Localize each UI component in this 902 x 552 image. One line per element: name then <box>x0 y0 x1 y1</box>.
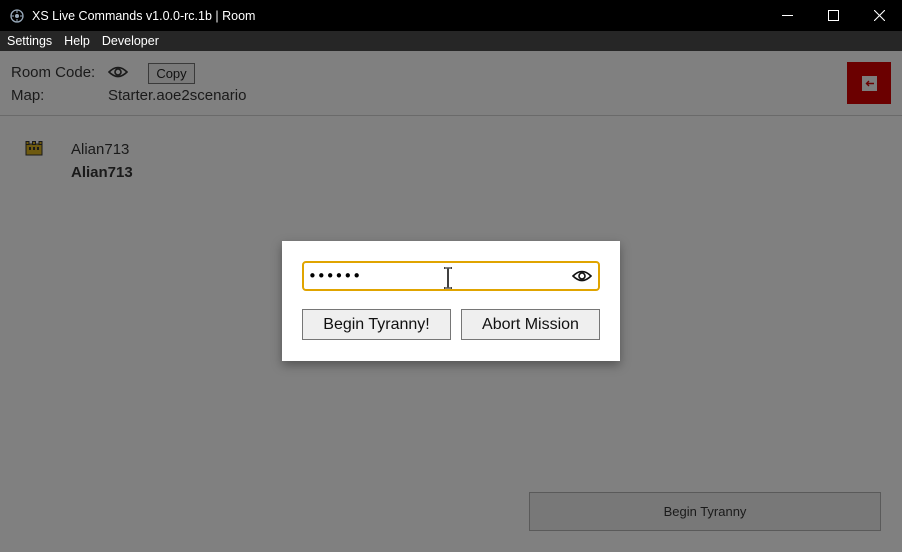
player-name: Alian713 <box>71 141 130 158</box>
title-bar: XS Live Commands v1.0.0-rc.1b | Room <box>0 0 902 31</box>
abort-mission-button[interactable]: Abort Mission <box>461 309 600 340</box>
show-password-eye-icon[interactable] <box>571 268 593 284</box>
password-input[interactable] <box>304 267 564 285</box>
map-label: Map: <box>11 87 45 104</box>
room-header: Room Code: Copy Map: Starter.aoe2scenari… <box>0 51 902 116</box>
minimize-button[interactable] <box>764 0 810 31</box>
map-value: Starter.aoe2scenario <box>108 87 247 104</box>
show-code-eye-icon[interactable] <box>107 64 129 80</box>
player-display-name: Alian713 <box>71 164 133 181</box>
exit-room-button[interactable] <box>847 62 891 104</box>
menu-developer[interactable]: Developer <box>102 34 159 48</box>
copy-button[interactable]: Copy <box>148 63 195 84</box>
password-dialog: Begin Tyranny! Abort Mission <box>282 241 620 361</box>
room-code-label: Room Code: <box>11 64 96 81</box>
text-cursor-icon <box>443 267 453 289</box>
password-field[interactable] <box>302 261 600 291</box>
exit-room-icon <box>861 75 877 91</box>
menu-settings[interactable]: Settings <box>7 34 52 48</box>
menu-help[interactable]: Help <box>64 34 90 48</box>
castle-icon <box>25 141 43 156</box>
app-logo-icon <box>9 8 25 24</box>
maximize-button[interactable] <box>810 0 856 31</box>
close-button[interactable] <box>856 0 902 31</box>
begin-tyranny-button[interactable]: Begin Tyranny <box>529 492 881 531</box>
confirm-begin-tyranny-button[interactable]: Begin Tyranny! <box>302 309 451 340</box>
window-title: XS Live Commands v1.0.0-rc.1b | Room <box>32 8 256 23</box>
menu-bar: Settings Help Developer <box>0 31 902 51</box>
